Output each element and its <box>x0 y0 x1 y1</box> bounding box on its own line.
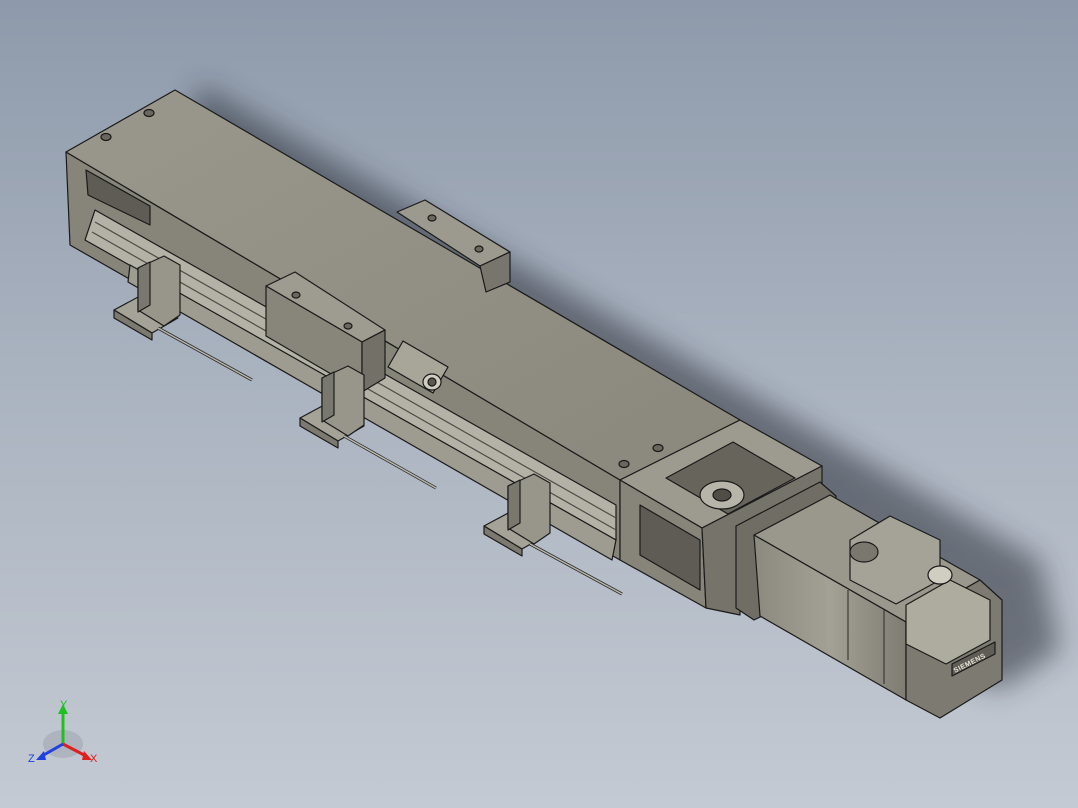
cad-viewport[interactable]: SIEMENS Y X Z <box>0 0 1078 808</box>
orientation-triad[interactable]: Y X Z <box>28 699 98 765</box>
y-axis-label: Y <box>60 699 68 711</box>
actuator-model[interactable]: SIEMENS <box>65 89 1003 719</box>
coupling <box>699 480 745 510</box>
z-axis-label: Z <box>28 753 35 765</box>
x-axis-label: X <box>90 753 98 765</box>
